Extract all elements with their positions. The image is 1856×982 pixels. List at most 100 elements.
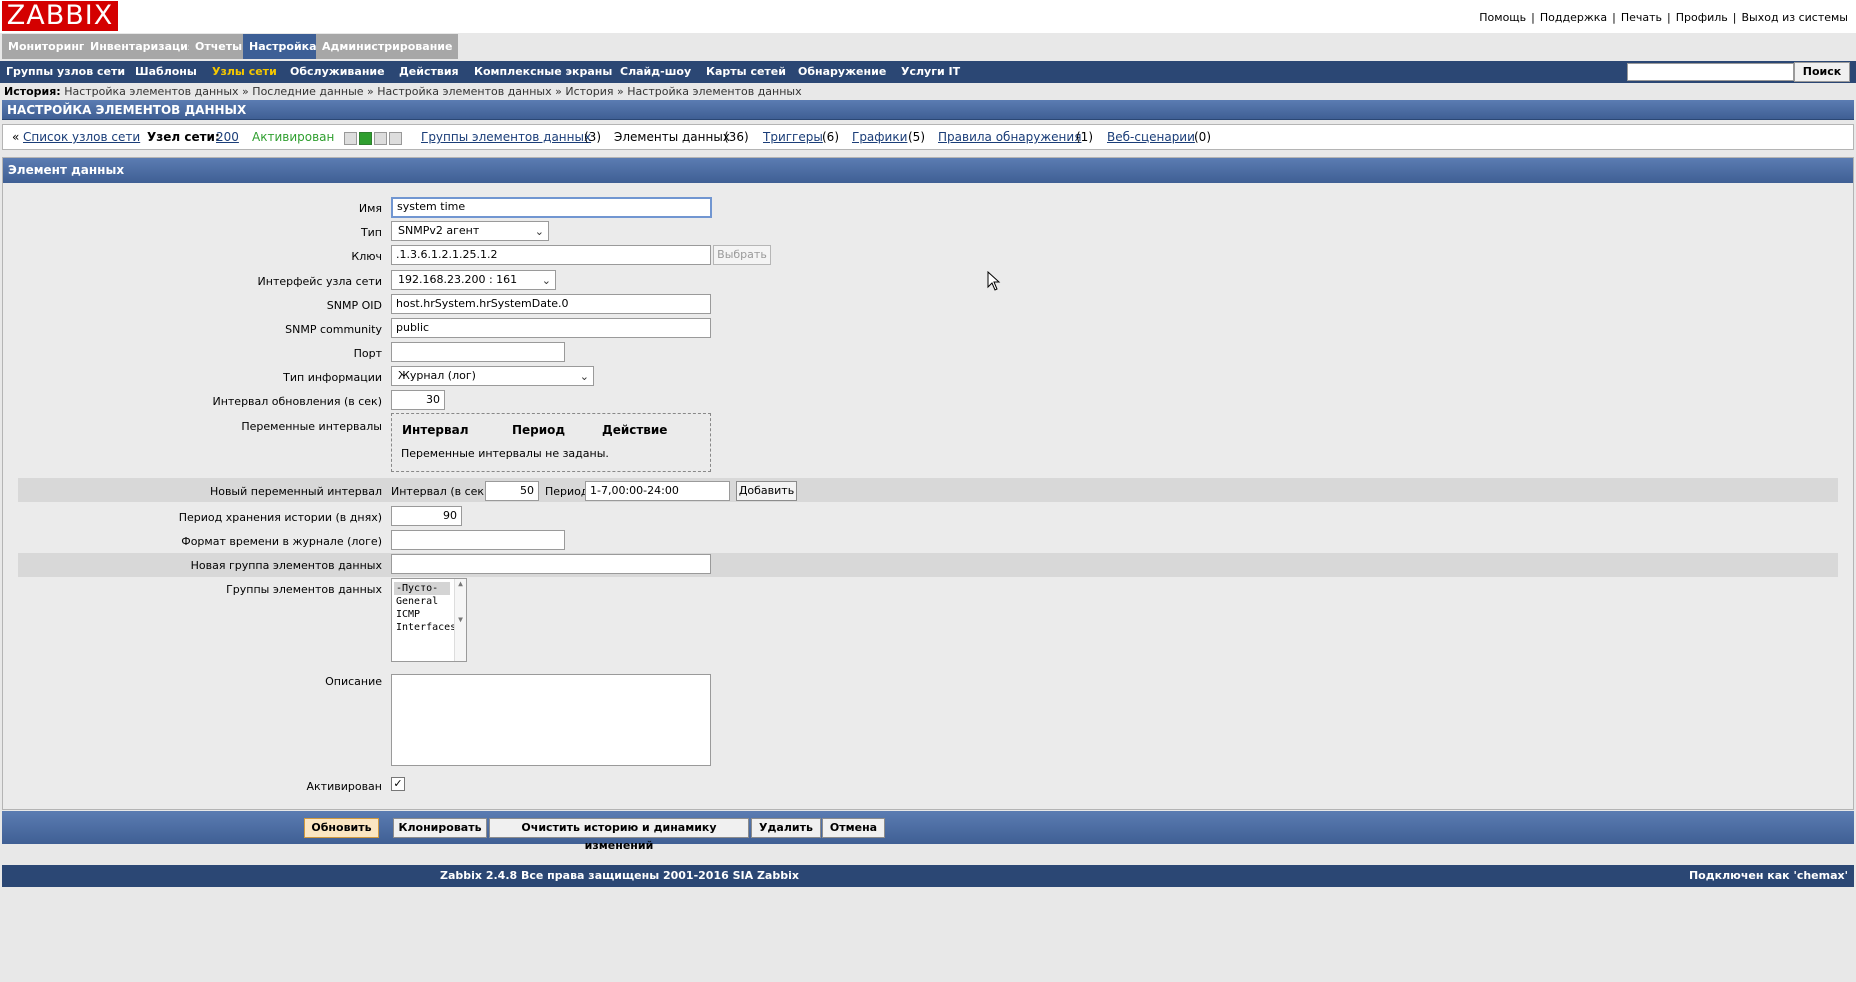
flex-intervals-table: Интервал Период Действие Переменные инте… — [391, 413, 711, 472]
print-link[interactable]: Печать — [1621, 11, 1662, 24]
tab-graphs[interactable]: Графики — [852, 125, 907, 149]
back-arrow: « — [12, 130, 20, 144]
port-input[interactable] — [391, 342, 565, 362]
ipmi-availability-icon — [389, 132, 402, 145]
flex-empty-message: Переменные интервалы не заданы. — [401, 447, 609, 460]
tab-items: Элементы данных — [614, 130, 730, 144]
clear-history-button[interactable]: Очистить историю и динамику изменений — [489, 818, 749, 852]
new-application-input[interactable] — [391, 554, 711, 574]
application-option[interactable]: -Пусто- — [394, 582, 450, 595]
footer-user: Подключен как 'chemax' — [1688, 869, 1848, 882]
submenu-it-services[interactable]: Услуги IT — [901, 61, 960, 83]
label-snmp-community: SNMP community — [285, 323, 382, 336]
history-item[interactable]: Настройка элементов данных — [627, 85, 801, 98]
top-bar: ZABBIX Помощь | Поддержка | Печать | Профиль | В… — [0, 0, 1856, 33]
tab-discovery-rules-count: (1) — [1076, 130, 1093, 144]
menu-administration[interactable]: Администрирование — [316, 34, 459, 59]
update-button[interactable]: Обновить — [304, 818, 379, 838]
label-snmp-oid: SNMP OID — [326, 299, 382, 312]
chevron-down-icon: ⌄ — [534, 225, 544, 238]
menu-inventory[interactable]: Инвентаризация — [84, 34, 201, 59]
key-select-button[interactable]: Выбрать — [713, 245, 771, 265]
support-link[interactable]: Поддержка — [1540, 11, 1607, 24]
mouse-cursor-icon — [987, 271, 1001, 291]
new-flex-period-input[interactable]: 1-7,00:00-24:00 — [585, 481, 730, 501]
search-button[interactable]: Поиск — [1794, 62, 1850, 82]
submenu-hosts[interactable]: Узлы сети — [212, 61, 277, 83]
menu-configuration[interactable]: Настройка — [243, 34, 323, 59]
listbox-scrollbar[interactable]: ▲ ▼ — [454, 579, 466, 661]
new-flex-period-label: Период — [545, 485, 589, 498]
type-select-value: SNMPv2 агент — [398, 224, 480, 237]
submenu-host-groups[interactable]: Группы узлов сети — [6, 61, 125, 83]
history-item[interactable]: Последние данные — [252, 85, 363, 98]
tab-items-count: (36) — [724, 130, 749, 144]
cancel-button[interactable]: Отмена — [822, 818, 885, 838]
description-textarea[interactable] — [391, 674, 711, 766]
tab-discovery-rules[interactable]: Правила обнаружения — [938, 125, 1081, 149]
host-list-link[interactable]: Список узлов сети — [23, 125, 140, 149]
zabbix-logo[interactable]: ZABBIX — [2, 1, 118, 31]
host-navigation-bar: « Список узлов сети Узел сети: 200 Актив… — [2, 124, 1854, 150]
flex-header-action: Действие — [602, 423, 668, 437]
host-label: Узел сети: — [147, 130, 220, 144]
delay-input[interactable]: 30 — [391, 390, 445, 410]
label-enabled: Активирован — [306, 780, 383, 793]
submenu-slides[interactable]: Слайд-шоу — [620, 61, 691, 83]
interface-select[interactable]: 192.168.23.200 : 161 ⌄ — [391, 270, 556, 290]
logout-link[interactable]: Выход из системы — [1742, 11, 1848, 24]
host-status[interactable]: Активирован — [252, 125, 334, 149]
menu-reports[interactable]: Отчеты — [189, 34, 249, 59]
snmp-availability-icon — [359, 132, 372, 145]
applications-listbox[interactable]: -Пусто- General ICMP Interfaces ▲ ▼ — [391, 578, 467, 662]
tab-applications[interactable]: Группы элементов данных — [421, 125, 591, 149]
new-flex-interval-label: Интервал (в сек) — [391, 485, 489, 498]
label-type: Тип — [360, 226, 382, 239]
footer: Zabbix 2.4.8 Все права защищены 2001-201… — [2, 865, 1854, 887]
snmp-community-input[interactable]: public — [391, 318, 711, 338]
jmx-availability-icon — [374, 132, 387, 145]
submenu-maintenance[interactable]: Обслуживание — [290, 61, 385, 83]
submenu-templates[interactable]: Шаблоны — [135, 61, 197, 83]
chevron-down-icon: ⌄ — [579, 370, 589, 383]
tab-web-scenarios[interactable]: Веб-сценарии — [1107, 125, 1195, 149]
submenu-discovery[interactable]: Обнаружение — [798, 61, 886, 83]
form-action-bar: Обновить Клонировать Очистить историю и … — [2, 811, 1854, 852]
log-time-format-input[interactable] — [391, 530, 565, 550]
enabled-checkbox[interactable]: ✓ — [391, 777, 405, 791]
delete-button[interactable]: Удалить — [751, 818, 821, 838]
value-type-select[interactable]: Журнал (лог) ⌄ — [391, 366, 594, 386]
label-description: Описание — [325, 675, 382, 688]
label-flex-intervals: Переменные интервалы — [241, 420, 382, 433]
flex-header-period: Период — [512, 423, 566, 437]
search-input[interactable] — [1627, 63, 1794, 81]
submenu-maps[interactable]: Карты сетей — [706, 61, 786, 83]
profile-link[interactable]: Профиль — [1676, 11, 1728, 24]
chevron-down-icon: ⌄ — [541, 274, 551, 287]
submenu-actions[interactable]: Действия — [399, 61, 459, 83]
submenu-screens[interactable]: Комплексные экраны — [474, 61, 612, 83]
type-select[interactable]: SNMPv2 агент ⌄ — [391, 221, 549, 241]
tab-triggers[interactable]: Триггеры — [763, 125, 823, 149]
history-label: История: — [4, 85, 61, 98]
key-input[interactable]: .1.3.6.1.2.1.25.1.2 — [391, 245, 711, 265]
history-item[interactable]: История — [565, 85, 613, 98]
host-name-link[interactable]: 200 — [216, 125, 239, 149]
clone-button[interactable]: Клонировать — [393, 818, 487, 838]
new-flex-interval-input[interactable]: 50 — [485, 481, 539, 501]
main-menu: Мониторинг Инвентаризация Отчеты Настрой… — [0, 33, 1856, 61]
label-log-time-format: Формат времени в журнале (логе) — [181, 535, 382, 548]
zbx-availability-icon — [344, 132, 357, 145]
history-item[interactable]: Настройка элементов данных — [377, 85, 551, 98]
name-input[interactable]: system time — [391, 197, 712, 218]
sub-menu: Группы узлов сети Шаблоны Узлы сети Обсл… — [0, 61, 1856, 83]
help-link[interactable]: Помощь — [1479, 11, 1526, 24]
history-item[interactable]: Настройка элементов данных — [64, 85, 238, 98]
tab-web-scenarios-count: (0) — [1194, 130, 1211, 144]
label-name: Имя — [358, 202, 382, 215]
add-flex-button[interactable]: Добавить — [736, 481, 797, 501]
tab-triggers-count: (6) — [822, 130, 839, 144]
history-input[interactable]: 90 — [391, 506, 462, 526]
menu-monitoring[interactable]: Мониторинг — [2, 34, 91, 59]
snmp-oid-input[interactable]: host.hrSystem.hrSystemDate.0 — [391, 294, 711, 314]
